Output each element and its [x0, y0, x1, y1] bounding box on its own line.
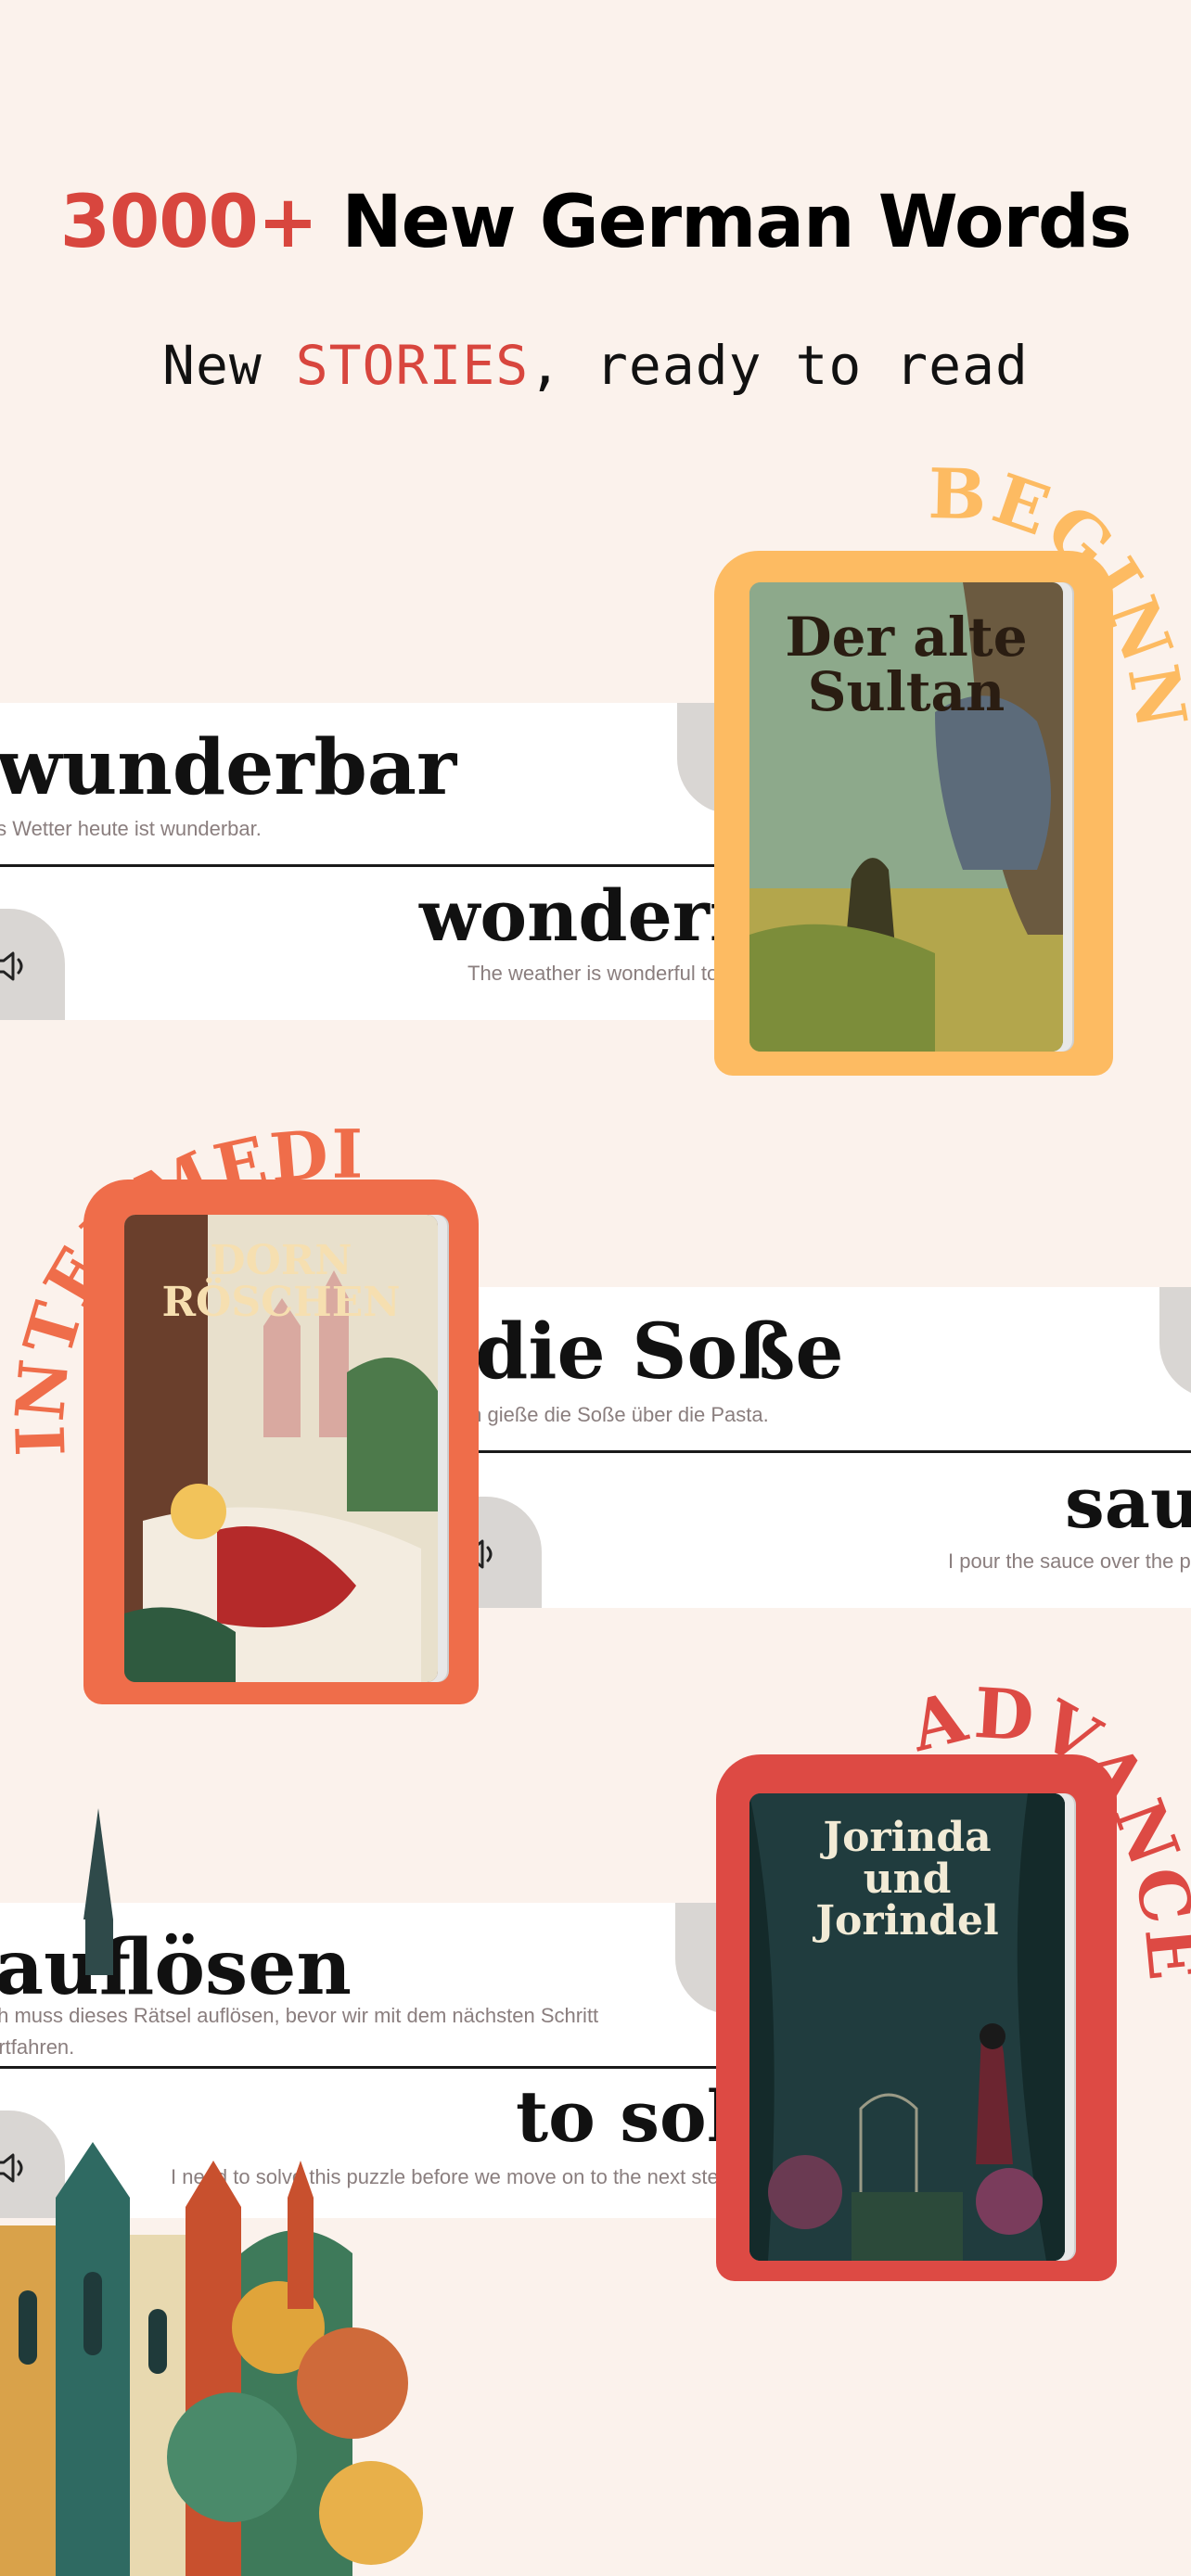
cover-title-line2: und — [863, 1855, 952, 1903]
german-word: wunderbar — [0, 723, 457, 812]
card-divider — [464, 1450, 1191, 1453]
cover-title-line3: Jorindel — [815, 1896, 999, 1945]
subheadline-highlight: STORIES — [295, 334, 530, 397]
headline-text: New German Words — [341, 181, 1132, 264]
cover-title-line1: DORN — [210, 1237, 352, 1284]
translation-sentence: The weather is wonderful today. — [467, 962, 724, 985]
subheadline: New STORIES, ready to read — [0, 334, 1191, 397]
cover-title-line1: Der alte — [785, 606, 1028, 669]
card-divider — [0, 864, 724, 867]
cover-title: Jorinda und Jorindel — [749, 1817, 1065, 1943]
speaker-button[interactable] — [0, 909, 65, 1020]
subheadline-post: , ready to read — [529, 334, 1029, 397]
translation-word: sauce — [1065, 1461, 1191, 1544]
cover-title: Der alte Sultan — [749, 606, 1063, 724]
german-word: die Soße — [475, 1307, 844, 1396]
book-cover-jorinda-und-jorindel[interactable]: Jorinda und Jorindel — [749, 1793, 1065, 2261]
cathedral-illustration — [0, 1808, 423, 2576]
speaker-icon — [0, 951, 23, 981]
translation-sentence: I pour the sauce over the pasta. — [948, 1549, 1191, 1573]
translation-word: to solve — [516, 2075, 724, 2158]
german-sentence: Das Wetter heute ist wunderbar. — [0, 817, 262, 840]
cover-title: DORN RÖSCHEN — [124, 1237, 438, 1326]
headline: 3000+ New German Words — [0, 181, 1191, 264]
word-card-1: wunderbar Das Wetter heute ist wunderbar… — [0, 703, 724, 1020]
cover-title-line2: Sultan — [807, 660, 1005, 724]
translation-word: wonderful — [419, 874, 724, 957]
cover-title-line2: RÖSCHEN — [161, 1278, 401, 1326]
headline-number: 3000+ — [59, 181, 318, 264]
book-cover-dornroeschen[interactable]: DORN RÖSCHEN — [124, 1215, 438, 1682]
subheadline-pre: New — [162, 334, 263, 397]
cover-title-line1: Jorinda — [823, 1814, 992, 1861]
card-tab — [1159, 1287, 1191, 1398]
word-card-2: die Soße Ich gieße die Soße über die Pas… — [464, 1287, 1191, 1608]
german-sentence: Ich gieße die Soße über die Pasta. — [464, 1403, 769, 1426]
book-cover-der-alte-sultan[interactable]: Der alte Sultan — [749, 582, 1063, 1052]
